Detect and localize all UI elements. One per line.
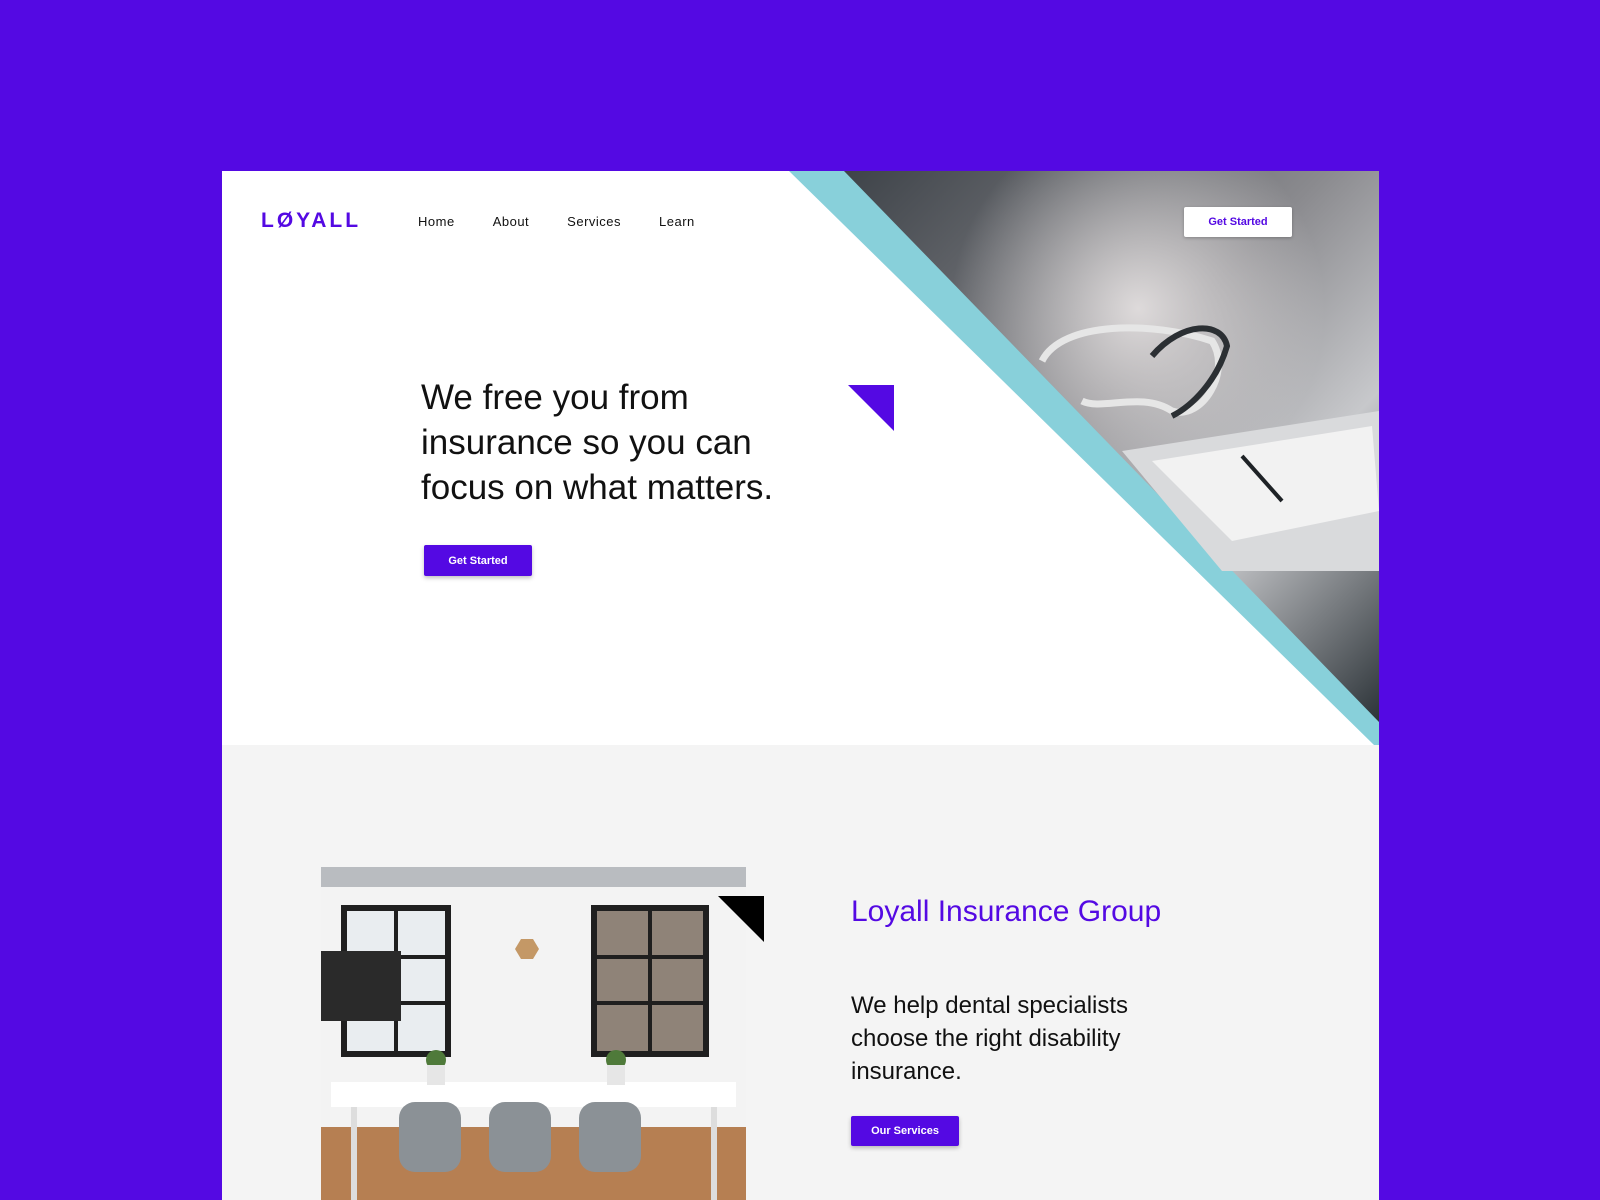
main-nav: Home About Services Learn (418, 214, 695, 229)
nav-home[interactable]: Home (418, 214, 455, 229)
accent-triangle-icon (848, 385, 894, 431)
about-description: We help dental specialists choose the ri… (851, 992, 1129, 1085)
about-title: Loyall Insurance Group (851, 895, 1162, 928)
black-triangle-icon (718, 896, 764, 942)
hero-headline: We free you from insurance so you can fo… (421, 378, 774, 507)
hero-section: LØYALL Home About Services Learn Get Sta… (222, 171, 1379, 745)
logo[interactable]: LØYALL (261, 209, 361, 233)
landing-page: LØYALL Home About Services Learn Get Sta… (222, 171, 1379, 1200)
about-section: Loyall Insurance Group We help dental sp… (222, 745, 1379, 1200)
hero-get-started-button[interactable]: Get Started (424, 545, 532, 576)
header-get-started-button[interactable]: Get Started (1184, 207, 1292, 237)
nav-about[interactable]: About (493, 214, 529, 229)
nav-services[interactable]: Services (567, 214, 621, 229)
office-photo (321, 867, 746, 1200)
nav-learn[interactable]: Learn (659, 214, 695, 229)
our-services-button[interactable]: Our Services (851, 1116, 959, 1146)
